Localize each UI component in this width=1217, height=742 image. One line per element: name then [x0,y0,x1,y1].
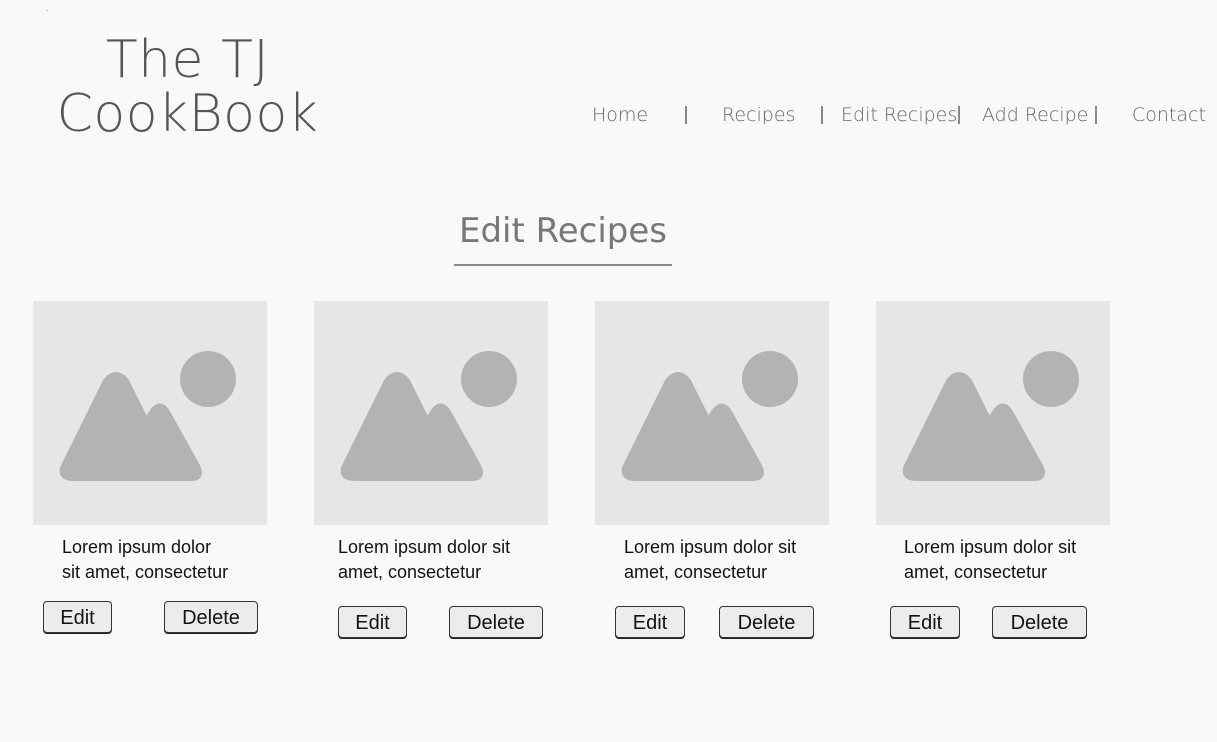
delete-button[interactable]: Delete [449,606,543,638]
recipe-image-placeholder [33,301,267,525]
nav-item-contact[interactable]: Contact [1132,104,1206,126]
recipe-description: Lorem ipsum dolor sit amet, consectetur [624,535,796,585]
nav-separator [1095,106,1097,124]
nav-separator [958,106,960,124]
recipe-image-placeholder [595,301,829,525]
recipe-description: Lorem ipsum dolor sit amet, consectetur [62,535,228,585]
recipe-description: Lorem ipsum dolor sit amet, consectetur [338,535,510,585]
main-nav: Home Recipes Edit Recipes Add Recipe Con… [0,104,1217,130]
description-line-1: Lorem ipsum dolor sit [338,537,511,557]
nav-item-edit-recipes[interactable]: Edit Recipes [841,104,957,126]
edit-button[interactable]: Edit [338,606,407,638]
nav-item-add-recipe[interactable]: Add Recipe [982,104,1088,126]
description-line-2: sit amet, consectetur [62,562,229,582]
image-placeholder-icon [621,351,798,481]
nav-separator [821,106,823,124]
page-title: Edit Recipes [458,211,668,251]
description-line-1: Lorem ipsum dolor sit [904,537,1077,557]
nav-item-recipes[interactable]: Recipes [722,104,795,126]
description-line-2: amet, consectetur [904,562,1048,582]
recipe-image-placeholder [876,301,1110,525]
edit-button[interactable]: Edit [43,601,112,633]
delete-button[interactable]: Delete [719,606,814,638]
logo-line-1: The TJ [105,30,270,90]
nav-item-home[interactable]: Home [592,104,648,126]
nav-separator [685,106,687,124]
edit-button[interactable]: Edit [615,606,685,638]
stray-dot [47,10,48,11]
delete-button[interactable]: Delete [992,606,1087,638]
recipe-description: Lorem ipsum dolor sit amet, consectetur [904,535,1076,585]
description-line-2: amet, consectetur [624,562,768,582]
title-underline [454,264,672,266]
description-line-1: Lorem ipsum dolor sit [624,537,797,557]
description-line-1: Lorem ipsum dolor [62,537,212,557]
description-line-2: amet, consectetur [338,562,482,582]
delete-button[interactable]: Delete [164,601,258,633]
image-placeholder-icon [340,351,517,481]
image-placeholder-icon [902,351,1079,481]
image-placeholder-icon [59,351,236,481]
edit-button[interactable]: Edit [890,606,960,638]
recipe-image-placeholder [314,301,548,525]
